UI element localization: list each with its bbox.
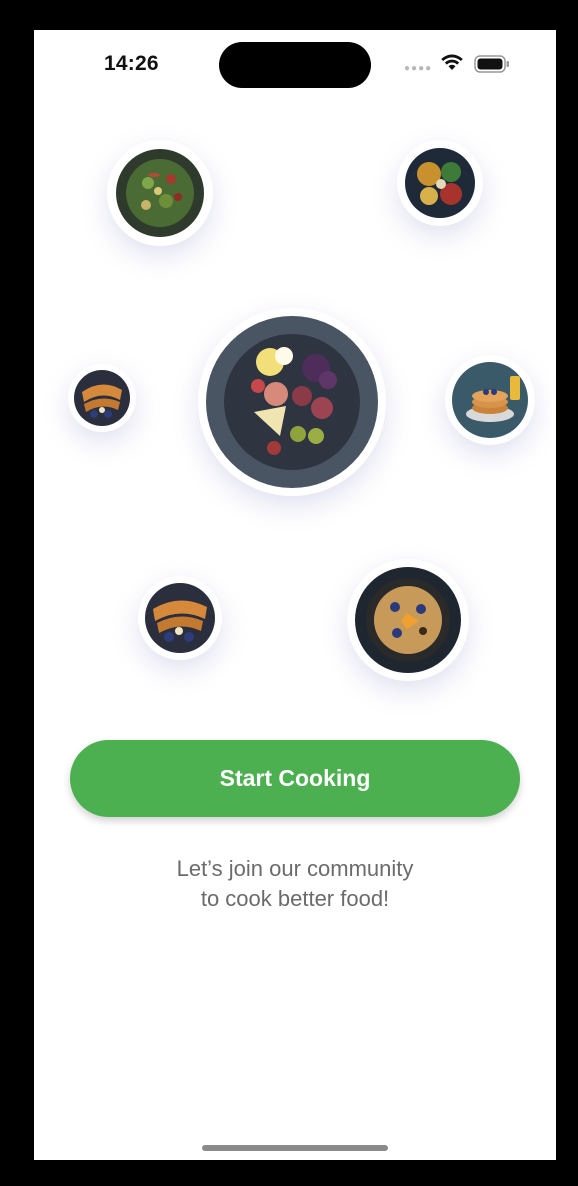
crepes-plate-image [68,364,136,432]
spice-bowl-image [397,140,483,226]
charcuterie-platter-image [198,308,386,496]
home-indicator[interactable] [202,1145,388,1151]
dynamic-island [219,42,371,88]
cellular-signal-icon: ●●●● [404,63,433,74]
crepes-plate-image-2 [138,576,222,660]
start-cooking-button[interactable]: Start Cooking [70,740,520,817]
tagline-line-2: to cook better food! [200,886,390,911]
tagline: Let’s join our community to cook better … [70,854,520,914]
salad-bowl-image [107,140,213,246]
status-time: 14:26 [104,52,159,75]
pancake-stack-image [445,355,535,445]
phone-screen: 14:26 ●●●● Start Cooking Let’s join our … [34,30,556,1160]
wifi-icon [441,54,463,70]
porridge-skillet-image [347,559,469,681]
tagline-line-1: Let’s join our community [176,856,414,881]
battery-icon [474,55,509,73]
